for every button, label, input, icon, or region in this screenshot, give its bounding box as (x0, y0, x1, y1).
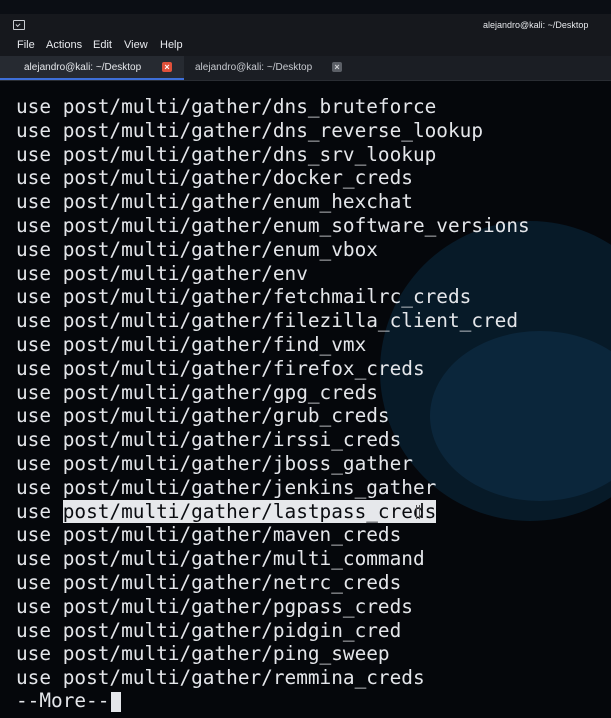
line-module-path: post/multi/gather/find_vmx (62, 332, 367, 356)
line-module-path: post/multi/gather/ping_sweep (62, 642, 390, 666)
terminal-app-icon (13, 20, 25, 30)
menu-help[interactable]: Help (160, 39, 183, 51)
line-module-path: post/multi/gather/dns_reverse_lookup (62, 118, 483, 142)
line-command: use (16, 95, 52, 118)
line-command: use (16, 666, 52, 690)
line-module-path: post/multi/gather/enum_hexchat (62, 190, 413, 214)
terminal-line: use post/multi/gather/find_vmx (16, 333, 530, 357)
line-module-path: post/multi/gather/maven_creds (62, 523, 402, 547)
line-module-path: post/multi/gather/dns_bruteforce (62, 95, 437, 118)
line-command: use (16, 118, 52, 142)
line-command: use (16, 332, 52, 356)
line-module-path: post/multi/gather/firefox_creds (62, 356, 425, 380)
line-command: use (16, 428, 52, 452)
tab-desktop-2[interactable]: alejandro@kali: ~/Desktop × (186, 56, 356, 80)
pager-prompt: --More-- (16, 689, 122, 713)
line-command: use (16, 142, 52, 166)
line-command: use (16, 166, 52, 190)
menu-edit[interactable]: Edit (93, 39, 112, 51)
line-module-path: post/multi/gather/pidgin_cred (62, 618, 402, 642)
line-module-path: post/multi/gather/remmina_creds (62, 666, 425, 690)
pager-more-text: --More-- (16, 689, 110, 712)
line-command: use (16, 213, 52, 237)
menu-file[interactable]: File (17, 39, 35, 51)
line-command: use (16, 618, 52, 642)
line-command: use (16, 404, 52, 428)
terminal-line: use post/multi/gather/enum_software_vers… (16, 214, 530, 238)
terminal-line: use post/multi/gather/filezilla_client_c… (16, 309, 530, 333)
line-command: use (16, 190, 52, 214)
terminal-line: use post/multi/gather/maven_creds (16, 523, 530, 547)
line-module-path: post/multi/gather/env (62, 261, 308, 285)
terminal-line: use post/multi/gather/multi_command (16, 547, 530, 571)
terminal-line: use post/multi/gather/firefox_creds (16, 357, 530, 381)
line-module-path: post/multi/gather/grub_creds (62, 404, 390, 428)
terminal-window: alejandro@kali: ~/Desktop File Actions E… (0, 14, 611, 718)
line-module-path: post/multi/gather/netrc_creds (62, 570, 402, 594)
line-module-path: post/multi/gather/irssi_creds (62, 428, 402, 452)
window-title: alejandro@kali: ~/Desktop (483, 20, 589, 30)
terminal-output[interactable]: use post/multi/gather/dns_bruteforce use … (0, 81, 611, 718)
line-module-path: post/multi/gather/gpg_creds (62, 380, 378, 404)
terminal-line: use post/multi/gather/netrc_creds (16, 571, 530, 595)
tab-desktop-1[interactable]: alejandro@kali: ~/Desktop × (0, 56, 184, 80)
terminal-line: use post/multi/gather/env (16, 262, 530, 286)
terminal-line: use post/multi/gather/pidgin_cred (16, 619, 530, 643)
text-cursor-icon (416, 505, 420, 519)
terminal-line: use post/multi/gather/ping_sweep (16, 642, 530, 666)
menu-view[interactable]: View (124, 39, 148, 51)
line-module-path: post/multi/gather/filezilla_client_cred (62, 309, 519, 333)
line-module-path: post/multi/gather/pgpass_creds (62, 594, 413, 618)
line-command: use (16, 451, 52, 475)
terminal-line: use post/multi/gather/remmina_creds (16, 666, 530, 690)
terminal-line: use post/multi/gather/irssi_creds (16, 428, 530, 452)
tab-label: alejandro@kali: ~/Desktop (24, 62, 142, 73)
line-module-path: post/multi/gather/enum_software_versions (62, 213, 530, 237)
terminal-line: use post/multi/gather/enum_vbox (16, 238, 530, 262)
terminal-line: use post/multi/gather/dns_bruteforce (16, 95, 530, 119)
close-icon[interactable]: × (332, 62, 342, 72)
line-command: use (16, 475, 52, 499)
terminal-line: use post/multi/gather/docker_creds (16, 166, 530, 190)
line-command: use (16, 380, 52, 404)
terminal-line: use post/multi/gather/gpg_creds (16, 381, 530, 405)
close-icon[interactable]: × (162, 62, 172, 72)
line-command: use (16, 523, 52, 547)
line-command: use (16, 594, 52, 618)
terminal-line: use post/multi/gather/dns_srv_lookup (16, 143, 530, 167)
block-cursor (111, 691, 122, 712)
line-module-path: post/multi/gather/enum_vbox (62, 237, 378, 261)
line-module-path: post/multi/gather/fetchmailrc_creds (62, 285, 472, 309)
tab-bar: alejandro@kali: ~/Desktop × alejandro@ka… (0, 56, 611, 81)
line-command: use (16, 261, 52, 285)
terminal-line: use post/multi/gather/fetchmailrc_creds (16, 285, 530, 309)
terminal-line: use post/multi/gather/dns_reverse_lookup (16, 119, 530, 143)
menu-actions[interactable]: Actions (46, 39, 82, 51)
line-command: use (16, 356, 52, 380)
tab-label: alejandro@kali: ~/Desktop (195, 62, 313, 73)
line-module-path: post/multi/gather/jenkins_gather (62, 475, 437, 499)
terminal-line: use post/multi/gather/jboss_gather (16, 452, 530, 476)
terminal-line: use post/multi/gather/lastpass_creds (16, 499, 530, 524)
terminal-line: use post/multi/gather/enum_hexchat (16, 190, 530, 214)
output-lines: use post/multi/gather/dns_bruteforce use … (16, 95, 530, 690)
terminal-line: use post/multi/gather/jenkins_gather (16, 476, 530, 500)
terminal-line: use post/multi/gather/grub_creds (16, 404, 530, 428)
line-module-path: post/multi/gather/docker_creds (62, 166, 413, 190)
line-module-path: post/multi/gather/dns_srv_lookup (62, 142, 437, 166)
title-bar: alejandro@kali: ~/Desktop (0, 14, 611, 36)
line-command: use (16, 237, 52, 261)
line-module-path: post/multi/gather/jboss_gather (62, 451, 413, 475)
line-module-path: post/multi/gather/lastpass_creds (62, 499, 437, 523)
line-command: use (16, 499, 52, 523)
terminal-line: use post/multi/gather/pgpass_creds (16, 595, 530, 619)
line-command: use (16, 642, 52, 666)
line-module-path: post/multi/gather/multi_command (62, 547, 425, 571)
line-command: use (16, 309, 52, 333)
line-command: use (16, 547, 52, 571)
line-command: use (16, 570, 52, 594)
menu-bar: File Actions Edit View Help (0, 36, 611, 56)
line-command: use (16, 285, 52, 309)
